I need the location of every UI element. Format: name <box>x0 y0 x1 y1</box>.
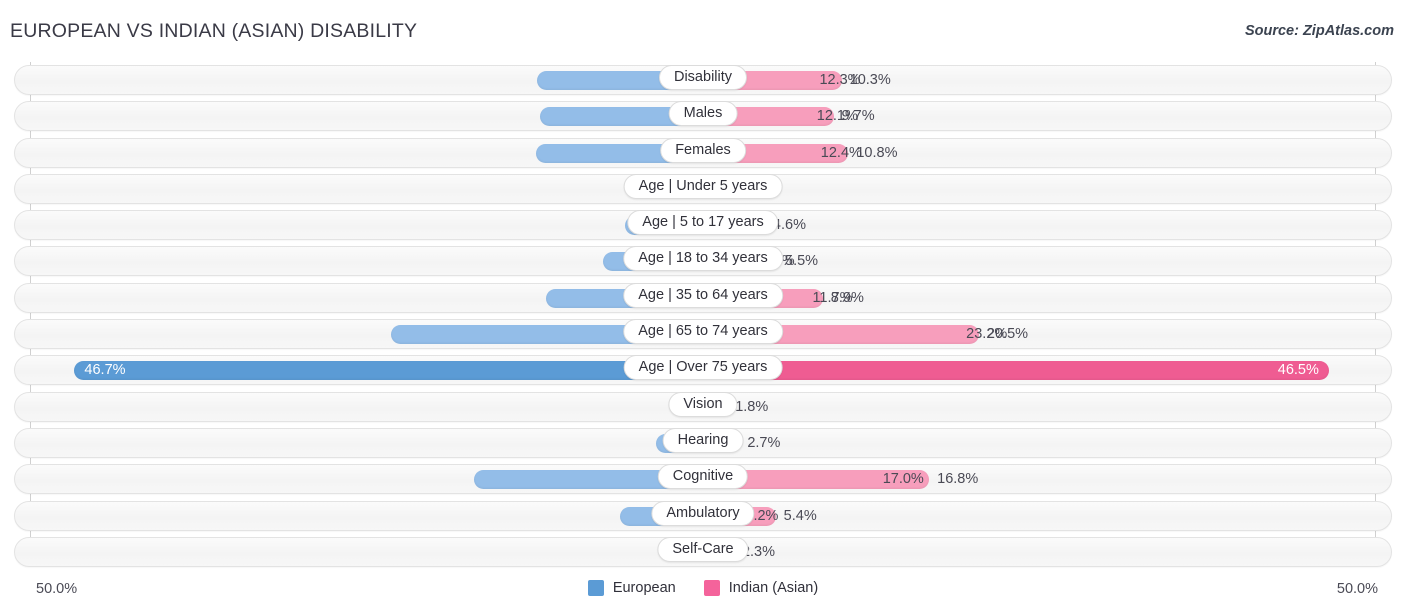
category-label[interactable]: Vision <box>668 391 738 417</box>
chart-rows: 12.3% 10.3% Disability 12.1% 9.7% Males 12.4% 1… <box>0 62 1406 570</box>
table-row[interactable]: 1.5%1.0%Age | Under 5 years <box>0 171 1406 207</box>
value-label-indian-asian: 1.8% <box>735 398 769 415</box>
chart-page: EUROPEAN VS INDIAN (ASIAN) DISABILITY So… <box>0 0 1406 612</box>
table-row[interactable]: 12.4% 10.8% Females <box>0 135 1406 171</box>
category-label[interactable]: Cognitive <box>657 464 749 490</box>
category-label[interactable]: Hearing <box>662 427 744 453</box>
table-row[interactable]: 12.1% 9.7% Males <box>0 98 1406 134</box>
chart-header: EUROPEAN VS INDIAN (ASIAN) DISABILITY So… <box>0 0 1406 62</box>
table-row[interactable]: 23.2% 20.5% Age | 65 to 74 years <box>0 316 1406 352</box>
chart-legend: European Indian (Asian) <box>0 580 1406 596</box>
table-row[interactable]: 12.3% 10.3% Disability <box>0 62 1406 98</box>
legend-item[interactable]: Indian (Asian) <box>703 580 819 596</box>
value-label-indian-asian: 5.5% <box>785 253 819 270</box>
value-label-indian-asian: 5.4% <box>783 507 817 524</box>
table-row[interactable]: 17.0% 16.8% Cognitive <box>0 461 1406 497</box>
page-title: EUROPEAN VS INDIAN (ASIAN) DISABILITY <box>10 20 418 42</box>
chart-footer: 50.0% 50.0% European Indian (Asian) <box>0 574 1406 612</box>
category-label[interactable]: Disability <box>658 65 748 90</box>
category-label[interactable]: Age | Over 75 years <box>623 355 783 381</box>
legend-swatch-icon <box>587 580 604 596</box>
table-row[interactable]: 6.2% 5.4% Ambulatory <box>0 498 1406 534</box>
bar-indian-asian <box>703 361 1329 381</box>
category-label[interactable]: Age | 18 to 34 years <box>623 246 783 272</box>
value-label-european: 17.0% <box>882 471 924 488</box>
value-label-indian-asian: 2.7% <box>747 434 781 451</box>
table-row[interactable]: 2.4%2.3%Self-Care <box>0 534 1406 570</box>
table-row[interactable]: 7.4%5.5%Age | 18 to 34 years <box>0 243 1406 279</box>
category-label[interactable]: Age | 35 to 64 years <box>623 282 783 308</box>
legend-label: Indian (Asian) <box>728 580 819 596</box>
bar-european <box>74 361 703 381</box>
category-label[interactable]: Age | 65 to 74 years <box>623 319 783 345</box>
category-label[interactable]: Ambulatory <box>651 500 755 526</box>
value-label-indian-asian: 10.3% <box>849 72 891 88</box>
category-label[interactable]: Age | Under 5 years <box>623 173 783 199</box>
table-row[interactable]: 2.2%1.8%Vision <box>0 389 1406 425</box>
category-label[interactable]: Males <box>668 101 738 127</box>
table-row[interactable]: 46.7% 46.5% Age | Over 75 years <box>0 352 1406 388</box>
chart-plot-area: 12.3% 10.3% Disability 12.1% 9.7% Males 12.4% 1… <box>0 62 1406 574</box>
table-row[interactable]: 11.7% 8.9% Age | 35 to 64 years <box>0 280 1406 316</box>
source-attribution: Source: ZipAtlas.com <box>1244 23 1394 39</box>
value-label-indian-asian: 16.8% <box>937 471 979 488</box>
legend-item[interactable]: European <box>587 580 676 596</box>
value-label-indian-asian: 9.7% <box>841 108 875 125</box>
value-label-indian-asian: 46.5% <box>1277 362 1319 379</box>
value-label-indian-asian: 10.8% <box>856 144 898 161</box>
category-label[interactable]: Age | 5 to 17 years <box>627 210 779 236</box>
category-label[interactable]: Females <box>660 137 746 163</box>
value-label-indian-asian: 20.5% <box>986 326 1029 343</box>
table-row[interactable]: 5.8%4.6%Age | 5 to 17 years <box>0 207 1406 243</box>
value-label-european: 46.7% <box>84 362 126 379</box>
category-label[interactable]: Self-Care <box>657 536 749 562</box>
value-label-indian-asian: 8.9% <box>830 289 864 306</box>
table-row[interactable]: 3.5%2.7%Hearing <box>0 425 1406 461</box>
legend-swatch-icon <box>703 580 720 596</box>
legend-label: European <box>612 580 676 596</box>
